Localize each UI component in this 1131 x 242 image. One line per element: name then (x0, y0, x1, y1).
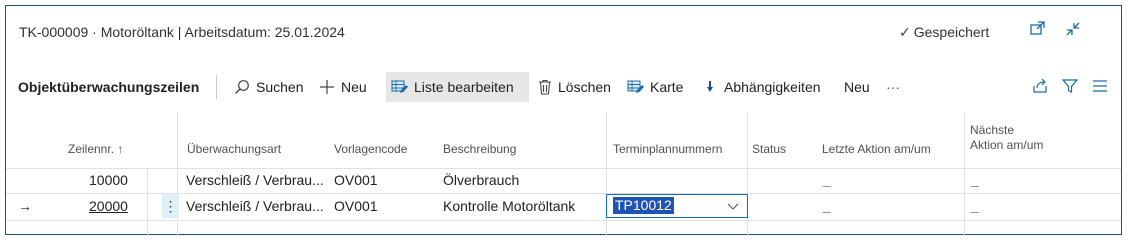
trash-icon (539, 79, 551, 95)
chevron-down-icon (727, 203, 739, 210)
collapse-icon[interactable] (1064, 20, 1086, 42)
monitoring-type-cell[interactable]: Verschleiß / Verbrau... (186, 198, 324, 214)
new-label: Neu (341, 79, 367, 95)
card-icon (627, 80, 644, 93)
table-row[interactable]: → 20000 ⋮ Verschleiß / Verbrau... OV001 … (6, 194, 1121, 219)
schedule-numbers-value: TP10012 (613, 197, 674, 214)
action-bar: Objektüberwachungszeilen Suchen Neu List… (6, 72, 1121, 102)
page-title: TK-000009 · Motoröltank | Arbeitsdatum: … (19, 24, 345, 40)
saved-status-label: Gespeichert (913, 24, 990, 40)
share-icon[interactable] (1031, 76, 1055, 98)
new-menu-button[interactable]: Neu (844, 76, 870, 98)
dependencies-button[interactable]: Abhängigkeiten (706, 76, 821, 98)
saved-status: ✓ Gespeichert (899, 24, 989, 41)
search-button[interactable]: Suchen (234, 76, 303, 98)
group-title: Objektüberwachungszeilen (18, 79, 200, 95)
next-action-cell[interactable]: _ (971, 171, 979, 187)
list-view-icon[interactable] (1091, 76, 1115, 98)
search-icon (235, 80, 249, 94)
column-header-schedule-numbers[interactable]: Terminplannummern (613, 142, 722, 156)
table-row[interactable]: 10000 Verschleiß / Verbrau... OV001 Ölve… (6, 169, 1121, 193)
open-in-new-window-icon[interactable] (1029, 20, 1051, 42)
row-actions-button[interactable]: ⋮ (162, 194, 179, 218)
delete-label: Löschen (558, 79, 611, 95)
monitoring-type-cell[interactable]: Verschleiß / Verbrau... (186, 172, 324, 188)
description-cell[interactable]: Kontrolle Motoröltank (443, 198, 575, 214)
page-frame: TK-000009 · Motoröltank | Arbeitsdatum: … (5, 5, 1122, 236)
delete-button[interactable]: Löschen (538, 76, 611, 98)
column-header-description[interactable]: Beschreibung (443, 142, 516, 156)
column-header-next-action[interactable]: Nächste Aktion am/um (970, 123, 1050, 153)
next-action-cell[interactable]: _ (971, 197, 979, 213)
description-cell[interactable]: Ölverbrauch (443, 172, 519, 188)
more-options-button[interactable]: ··· (886, 76, 900, 98)
template-code-cell[interactable]: OV001 (334, 198, 378, 214)
column-header-status[interactable]: Status (752, 142, 786, 156)
plus-icon (320, 80, 334, 94)
more-options-label: ··· (886, 79, 900, 95)
schedule-numbers-dropdown[interactable]: TP10012 (606, 194, 748, 218)
column-header-line-no[interactable]: Zeilennr. ↑ (68, 142, 123, 156)
line-no-cell[interactable]: 10000 (89, 172, 128, 188)
column-header-template-code[interactable]: Vorlagencode (334, 142, 407, 156)
arrow-down-icon (707, 81, 713, 92)
edit-list-button[interactable]: Liste bearbeiten (391, 76, 514, 98)
new-button[interactable]: Neu (319, 76, 367, 98)
new-menu-label: Neu (844, 79, 870, 95)
card-button[interactable]: Karte (627, 76, 683, 98)
row-divider (6, 220, 1121, 221)
edit-list-icon (391, 80, 408, 93)
line-no-cell[interactable]: 20000 (89, 198, 128, 214)
title-bar: TK-000009 · Motoröltank | Arbeitsdatum: … (6, 6, 1121, 56)
check-icon: ✓ (899, 24, 911, 40)
dependencies-label: Abhängigkeiten (724, 79, 821, 95)
current-row-indicator: → (18, 198, 32, 214)
last-action-cell[interactable]: _ (823, 171, 831, 187)
card-label: Karte (650, 79, 684, 95)
column-header-last-action[interactable]: Letzte Aktion am/um (822, 142, 931, 156)
divider (216, 75, 217, 99)
column-header-monitoring-type[interactable]: Überwachungsart (187, 142, 281, 156)
last-action-cell[interactable]: _ (823, 197, 831, 213)
filter-icon[interactable] (1061, 76, 1085, 98)
search-label: Suchen (256, 79, 304, 95)
template-code-cell[interactable]: OV001 (334, 172, 378, 188)
edit-list-label: Liste bearbeiten (414, 79, 514, 95)
